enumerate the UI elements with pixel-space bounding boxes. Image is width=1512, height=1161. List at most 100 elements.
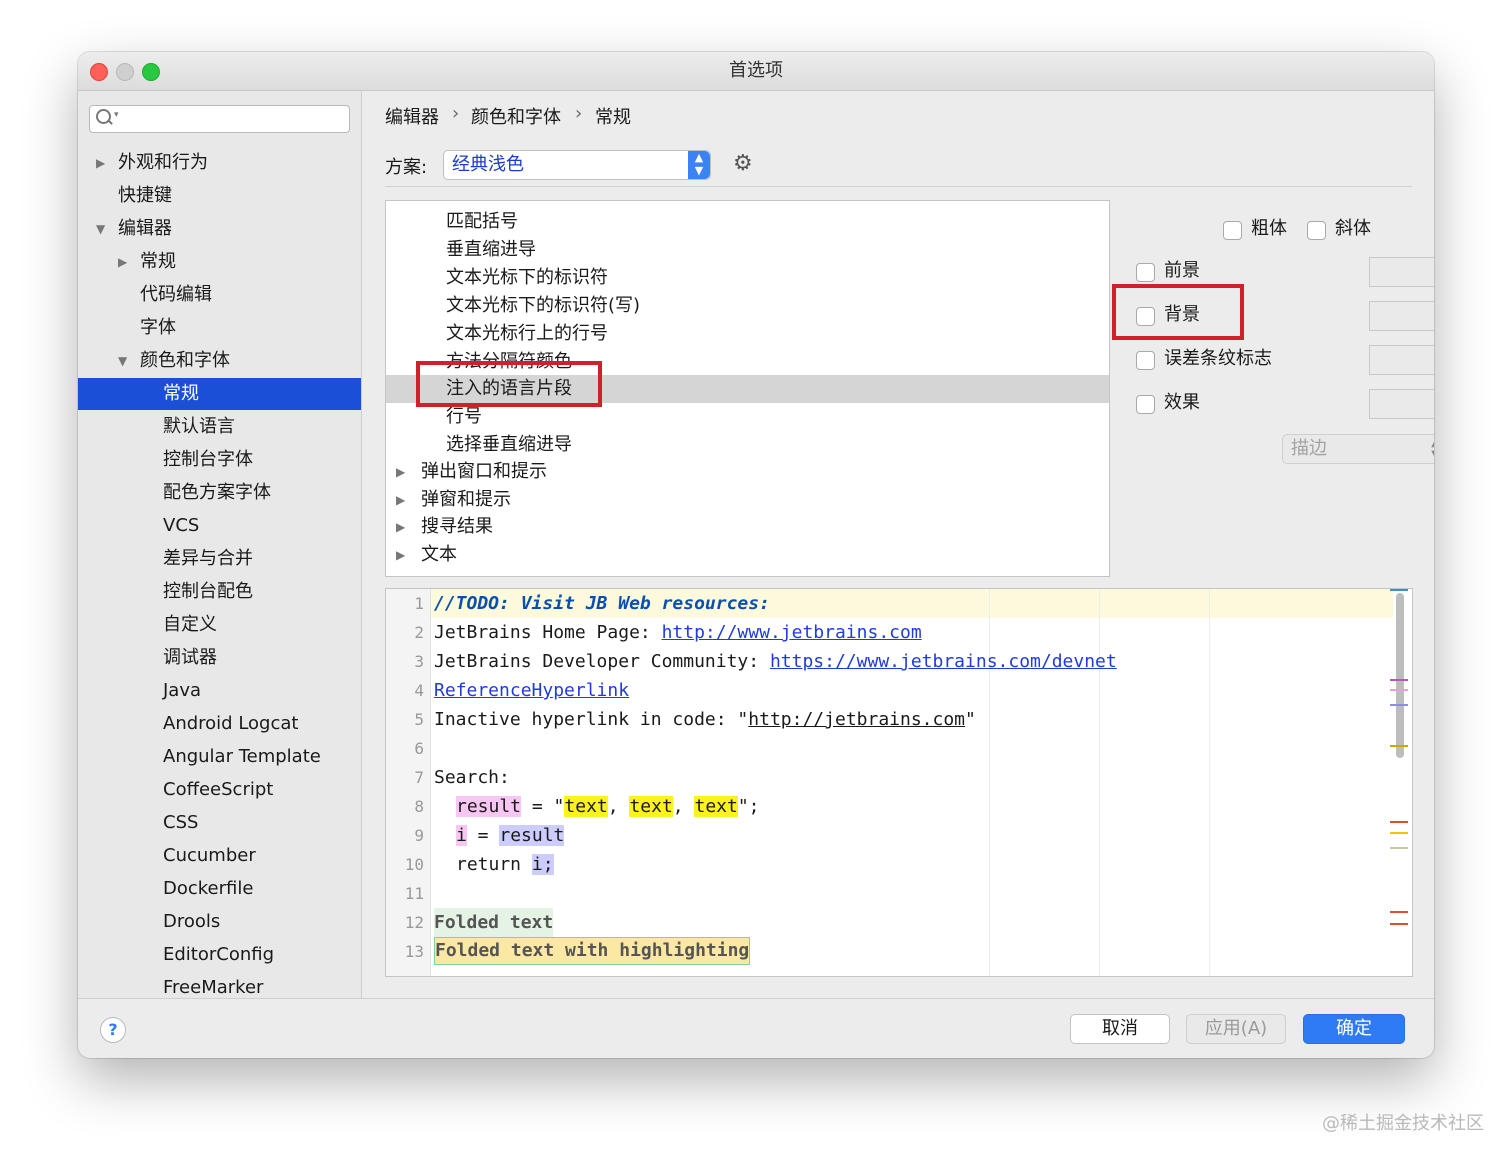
error-stripe-mark[interactable] bbox=[1390, 923, 1408, 925]
sidebar-item-color-scheme[interactable]: ▼ 颜色和字体 bbox=[78, 345, 361, 377]
sidebar-item-label: EditorConfig bbox=[163, 944, 275, 965]
list-item-label: 弹窗和提示 bbox=[421, 489, 511, 510]
settings-sidebar: ▾ ▶ 外观和行为 快捷键 ▼ 编辑器 ▶ 常规 代码编辑 字体 ▼ 颜色和字体… bbox=[78, 91, 362, 998]
list-item[interactable]: 文本光标行上的行号 bbox=[386, 320, 1109, 348]
sidebar-item-cucumber[interactable]: Cucumber bbox=[78, 840, 361, 872]
sidebar-item-java[interactable]: Java bbox=[78, 675, 361, 707]
chevron-right-icon: ▶ bbox=[96, 156, 106, 170]
scheme-select[interactable]: 经典浅色 ▲ ▼ bbox=[443, 150, 711, 180]
effects-checkbox[interactable] bbox=[1136, 395, 1155, 414]
sidebar-item-editor[interactable]: ▼ 编辑器 bbox=[78, 213, 361, 245]
gear-icon[interactable]: ⚙ bbox=[733, 151, 753, 176]
list-item[interactable]: ▶ 搜寻结果 bbox=[386, 513, 1109, 541]
sidebar-item-diff-merge[interactable]: 差异与合并 bbox=[78, 543, 361, 575]
sidebar-item-freemarker[interactable]: FreeMarker bbox=[78, 972, 361, 998]
code-inactive-hyperlink: http://jetbrains.com bbox=[748, 709, 966, 730]
error-stripe-mark[interactable] bbox=[1390, 689, 1408, 691]
sidebar-item-keymap[interactable]: 快捷键 bbox=[78, 180, 361, 212]
chevron-updown-icon: ▲▼ bbox=[688, 151, 710, 179]
effects-color-swatch[interactable] bbox=[1369, 389, 1434, 419]
list-item[interactable]: ▶ 文本 bbox=[386, 541, 1109, 569]
sidebar-item-appearance[interactable]: ▶ 外观和行为 bbox=[78, 147, 361, 179]
list-item[interactable]: 选择垂直缩进导 bbox=[386, 431, 1109, 459]
error-stripe-checkbox[interactable] bbox=[1136, 351, 1155, 370]
list-item-label: 行号 bbox=[446, 406, 482, 427]
code-hyperlink[interactable]: https://www.jetbrains.com/devnet bbox=[770, 651, 1117, 672]
sidebar-item-console-font[interactable]: 控制台字体 bbox=[78, 444, 361, 476]
chevron-right-icon: ▶ bbox=[396, 493, 406, 507]
sidebar-item-default-language[interactable]: 默认语言 bbox=[78, 411, 361, 443]
sidebar-item-coffeescript[interactable]: CoffeeScript bbox=[78, 774, 361, 806]
code-line: JetBrains Developer Community: https://w… bbox=[434, 647, 1117, 676]
code-hyperlink[interactable]: http://www.jetbrains.com bbox=[662, 622, 922, 643]
error-stripe-color-swatch[interactable] bbox=[1369, 345, 1434, 375]
error-stripe-mark[interactable] bbox=[1390, 832, 1408, 834]
foreground-color-swatch[interactable] bbox=[1369, 257, 1434, 287]
sidebar-item-font[interactable]: 字体 bbox=[78, 312, 361, 344]
sidebar-item-label: VCS bbox=[163, 515, 200, 536]
error-stripe-mark[interactable] bbox=[1390, 745, 1408, 747]
sidebar-item-css[interactable]: CSS bbox=[78, 807, 361, 839]
sidebar-item-label: Android Logcat bbox=[163, 713, 299, 734]
list-item[interactable]: 匹配括号 bbox=[386, 208, 1109, 236]
sidebar-item-label: 控制台配色 bbox=[163, 581, 253, 602]
list-item[interactable]: ▶ 弹窗和提示 bbox=[386, 486, 1109, 514]
list-item-label: 文本光标下的标识符(写) bbox=[446, 295, 641, 316]
code-text: JetBrains Home Page: bbox=[434, 622, 662, 643]
error-stripe-mark[interactable] bbox=[1390, 679, 1408, 681]
sidebar-item-label: 代码编辑 bbox=[140, 284, 212, 305]
italic-checkbox[interactable] bbox=[1307, 221, 1326, 240]
sidebar-item-angular-template[interactable]: Angular Template bbox=[78, 741, 361, 773]
sidebar-item-label: 外观和行为 bbox=[118, 152, 208, 173]
bold-checkbox[interactable] bbox=[1223, 221, 1242, 240]
line-number: 9 bbox=[414, 826, 424, 845]
line-number: 13 bbox=[404, 942, 424, 961]
error-stripe-mark[interactable] bbox=[1390, 911, 1408, 913]
annotation-highlight-box bbox=[416, 361, 602, 407]
code-folded-text-highlighted: Folded text with highlighting bbox=[434, 937, 751, 965]
sidebar-item-console-colors[interactable]: 控制台配色 bbox=[78, 576, 361, 608]
line-number: 8 bbox=[414, 797, 424, 816]
effect-type-select[interactable]: 描边 ▲▼ bbox=[1282, 434, 1434, 464]
code-reference-hyperlink[interactable]: ReferenceHyperlink bbox=[434, 680, 629, 701]
sidebar-item-scheme-font[interactable]: 配色方案字体 bbox=[78, 477, 361, 509]
foreground-checkbox[interactable] bbox=[1136, 263, 1155, 282]
settings-search-input[interactable]: ▾ bbox=[89, 105, 350, 133]
sidebar-item-editorconfig[interactable]: EditorConfig bbox=[78, 939, 361, 971]
breadcrumb-item-editor[interactable]: 编辑器 bbox=[385, 103, 439, 129]
sidebar-item-custom[interactable]: 自定义 bbox=[78, 609, 361, 641]
sidebar-item-debugger[interactable]: 调试器 bbox=[78, 642, 361, 674]
chevron-down-icon: ▼ bbox=[96, 222, 106, 236]
error-stripe-mark[interactable] bbox=[1390, 821, 1408, 823]
vertical-scrollbar[interactable] bbox=[1396, 593, 1404, 758]
error-stripe-mark[interactable] bbox=[1390, 589, 1408, 591]
breadcrumb-item-color-scheme[interactable]: 颜色和字体 bbox=[471, 103, 561, 129]
help-button[interactable]: ? bbox=[100, 1017, 126, 1043]
line-number: 12 bbox=[404, 913, 424, 932]
sidebar-item-color-general[interactable]: 常规 bbox=[78, 378, 361, 410]
list-item[interactable]: 文本光标下的标识符 bbox=[386, 264, 1109, 292]
list-item[interactable]: 文本光标下的标识符(写) bbox=[386, 292, 1109, 320]
list-item[interactable]: ▶ 弹出窗口和提示 bbox=[386, 458, 1109, 486]
list-item[interactable]: 行号 bbox=[386, 403, 1109, 431]
sidebar-item-label: 颜色和字体 bbox=[140, 350, 230, 371]
line-number: 3 bbox=[414, 652, 424, 671]
ok-button[interactable]: 确定 bbox=[1303, 1014, 1405, 1044]
annotation-highlight-box bbox=[1112, 284, 1244, 340]
sidebar-item-drools[interactable]: Drools bbox=[78, 906, 361, 938]
error-stripe-label: 误差条纹标志 bbox=[1164, 348, 1272, 369]
code-preview[interactable]: 1 2 3 4 5 6 7 8 9 10 11 12 13 //TODO: Vi… bbox=[385, 588, 1413, 977]
sidebar-item-label: Java bbox=[163, 680, 202, 701]
sidebar-item-code-editing[interactable]: 代码编辑 bbox=[78, 279, 361, 311]
background-color-swatch[interactable] bbox=[1369, 301, 1434, 331]
sidebar-item-dockerfile[interactable]: Dockerfile bbox=[78, 873, 361, 905]
list-item[interactable]: 垂直缩进导 bbox=[386, 236, 1109, 264]
sidebar-item-editor-general[interactable]: ▶ 常规 bbox=[78, 246, 361, 278]
error-stripe-mark[interactable] bbox=[1390, 847, 1408, 849]
apply-button[interactable]: 应用(A) bbox=[1186, 1014, 1286, 1044]
sidebar-item-android-logcat[interactable]: Android Logcat bbox=[78, 708, 361, 740]
error-stripe-mark[interactable] bbox=[1390, 704, 1408, 706]
cancel-button[interactable]: 取消 bbox=[1070, 1014, 1170, 1044]
sidebar-item-vcs[interactable]: VCS bbox=[78, 510, 361, 542]
code-read-usage: i; bbox=[531, 854, 554, 875]
